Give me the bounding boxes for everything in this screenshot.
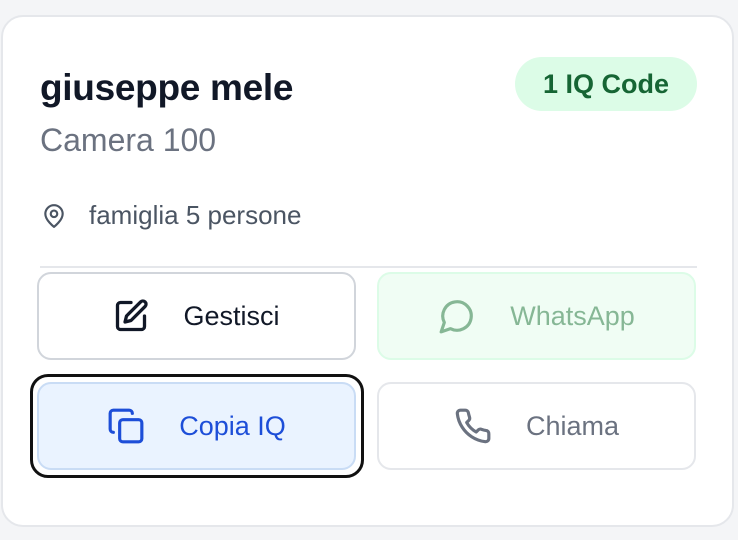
- copy-icon: [107, 407, 145, 445]
- message-circle-icon: [438, 297, 476, 335]
- map-pin-icon: [41, 202, 67, 230]
- whatsapp-label: WhatsApp: [510, 300, 635, 331]
- gestisci-button[interactable]: Gestisci: [37, 272, 356, 360]
- edit-icon: [113, 298, 149, 334]
- room-label: Camera 100: [40, 122, 217, 158]
- location-row: famiglia 5 persone: [41, 200, 301, 231]
- guest-name: giuseppe mele: [40, 67, 294, 108]
- copia-iq-button[interactable]: Copia IQ: [37, 382, 356, 470]
- copia-iq-label: Copia IQ: [179, 410, 286, 441]
- chiama-button[interactable]: Chiama: [377, 382, 696, 470]
- whatsapp-button[interactable]: WhatsApp: [377, 272, 696, 360]
- divider: [40, 266, 697, 268]
- gestisci-label: Gestisci: [183, 300, 280, 331]
- location-text: famiglia 5 persone: [89, 200, 302, 230]
- chiama-label: Chiama: [525, 410, 620, 441]
- phone-icon: [454, 407, 492, 445]
- iq-code-badge: 1 IQ Code: [514, 57, 697, 111]
